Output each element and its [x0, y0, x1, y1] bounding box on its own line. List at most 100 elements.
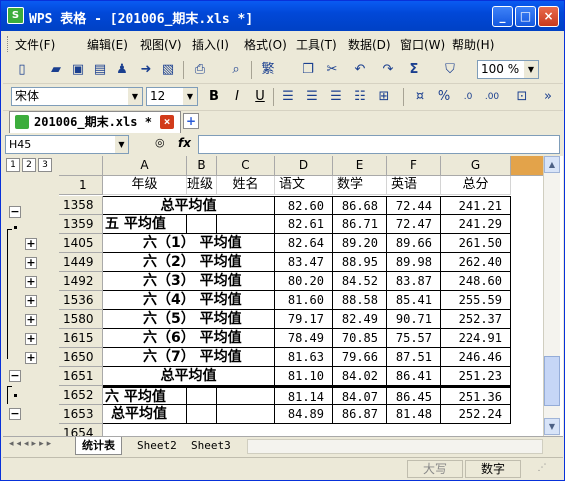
cell-math[interactable]: 88.58 — [333, 291, 387, 310]
copy-icon[interactable]: ❐ — [299, 61, 317, 79]
sheet-navigation-arrows-icon[interactable]: ◂◂◂▸▸▸ — [9, 439, 54, 449]
cell-math[interactable]: 82.49 — [333, 310, 387, 329]
new-file-icon[interactable]: ▯ — [13, 61, 31, 79]
collapse-group-button[interactable]: − — [9, 408, 21, 420]
table-row-label[interactable]: 六（5） 平均值 — [103, 310, 275, 329]
expand-group-button[interactable]: + — [25, 257, 37, 269]
cell-english[interactable]: 89.98 — [387, 253, 441, 272]
align-right-icon[interactable]: ☰ — [327, 88, 345, 106]
expand-group-button[interactable]: + — [25, 295, 37, 307]
expand-group-button[interactable]: + — [25, 333, 37, 345]
print-icon[interactable]: ⎙ — [191, 61, 209, 79]
autosum-icon[interactable]: Σ — [405, 61, 423, 79]
cell-total[interactable]: 251.36 — [441, 386, 511, 405]
permission-icon[interactable]: ♟ — [113, 61, 131, 79]
title-bar[interactable]: S WPS 表格 - [201006_期末.xls *] _ □ × — [1, 1, 564, 31]
new-tab-button[interactable]: + — [183, 113, 199, 129]
menu-file[interactable]: 文件(F) — [15, 36, 55, 53]
font-size-select[interactable]: 12 ▼ — [146, 87, 198, 106]
increase-decimal-icon[interactable]: .0 — [459, 88, 477, 106]
cell-chinese[interactable]: 82.60 — [275, 196, 333, 215]
close-tab-button[interactable]: × — [160, 115, 174, 129]
bold-button[interactable]: B — [205, 88, 223, 106]
menu-help[interactable]: 帮助(H) — [452, 36, 494, 53]
menu-view[interactable]: 视图(V) — [140, 36, 182, 53]
row-header[interactable]: 1651 — [59, 367, 103, 386]
currency-format-icon[interactable]: ¤ — [411, 88, 429, 106]
header-cell[interactable]: 数学 — [333, 176, 387, 195]
cell-math[interactable]: 84.07 — [333, 386, 387, 405]
cell-english[interactable]: 72.47 — [387, 215, 441, 234]
table-row-label[interactable]: 六 平均值 — [103, 386, 187, 405]
sheet-tab[interactable]: Sheet2 — [131, 437, 183, 455]
cell-chinese[interactable]: 82.64 — [275, 234, 333, 253]
header-cell[interactable]: 总分 — [441, 176, 511, 195]
cell-total[interactable]: 262.40 — [441, 253, 511, 272]
cell-chinese[interactable]: 81.10 — [275, 367, 333, 386]
header-cell[interactable]: 班级 — [187, 176, 217, 195]
name-box[interactable]: H45 ▼ — [5, 135, 129, 154]
vertical-scrollbar[interactable]: ▲ ▼ — [543, 156, 560, 436]
outline-level-2-button[interactable]: 2 — [22, 158, 36, 172]
column-header-e[interactable]: E — [333, 156, 387, 176]
maximize-button[interactable]: □ — [515, 6, 536, 27]
cell-chinese[interactable]: 82.61 — [275, 215, 333, 234]
cell-english[interactable]: 75.57 — [387, 329, 441, 348]
table-row-label[interactable]: 五 平均值 — [103, 215, 187, 234]
formula-input[interactable] — [198, 135, 560, 154]
cell-chinese[interactable]: 79.17 — [275, 310, 333, 329]
cell-math[interactable]: 88.95 — [333, 253, 387, 272]
cell-english[interactable]: 85.41 — [387, 291, 441, 310]
column-header-b[interactable]: B — [187, 156, 217, 176]
cell-total[interactable]: 224.91 — [441, 329, 511, 348]
table-row-label[interactable]: 总平均值 — [103, 196, 275, 215]
header-cell[interactable]: 语文 — [275, 176, 333, 195]
cell-math[interactable]: 84.52 — [333, 272, 387, 291]
scrollbar-thumb[interactable] — [544, 356, 560, 406]
scroll-up-button[interactable]: ▲ — [544, 156, 560, 173]
find-icon[interactable]: ◎ — [155, 136, 165, 149]
cell-name[interactable] — [217, 386, 275, 405]
expand-group-button[interactable]: + — [25, 352, 37, 364]
row-header[interactable]: 1653 — [59, 405, 103, 424]
header-cell[interactable]: 姓名 — [217, 176, 275, 195]
filter-icon[interactable]: ⛉ — [441, 61, 459, 79]
cell-chinese[interactable]: 81.14 — [275, 386, 333, 405]
expand-group-button[interactable]: + — [25, 238, 37, 250]
row-header[interactable]: 1359 — [59, 215, 103, 234]
row-header[interactable]: 1449 — [59, 253, 103, 272]
cell-english[interactable]: 86.41 — [387, 367, 441, 386]
cell-math[interactable]: 79.66 — [333, 348, 387, 367]
collapse-group-button[interactable]: − — [9, 206, 21, 218]
resize-grip-icon[interactable]: ⋰ — [523, 460, 561, 478]
cell-chinese[interactable]: 83.47 — [275, 253, 333, 272]
table-row-label[interactable]: 六（4） 平均值 — [103, 291, 275, 310]
column-header-h[interactable] — [511, 156, 545, 176]
row-header[interactable]: 1405 — [59, 234, 103, 253]
cell-english[interactable]: 87.51 — [387, 348, 441, 367]
save-as-icon[interactable]: ▤ — [91, 61, 109, 79]
align-center-icon[interactable]: ☰ — [303, 88, 321, 106]
cell-math[interactable]: 86.68 — [333, 196, 387, 215]
percent-format-icon[interactable]: % — [435, 88, 453, 106]
cell-math[interactable]: 84.02 — [333, 367, 387, 386]
merge-center-icon[interactable]: ⊞ — [375, 88, 393, 106]
cell-total[interactable]: 241.21 — [441, 196, 511, 215]
cell-math[interactable]: 89.20 — [333, 234, 387, 253]
pdf-icon[interactable]: ▧ — [159, 61, 177, 79]
collapse-group-button[interactable]: − — [9, 370, 21, 382]
menu-window[interactable]: 窗口(W) — [400, 36, 445, 53]
underline-button[interactable]: U — [251, 88, 269, 106]
save-icon[interactable]: ▣ — [69, 61, 87, 79]
cell-total[interactable]: 248.60 — [441, 272, 511, 291]
row-header[interactable]: 1492 — [59, 272, 103, 291]
font-name-select[interactable]: 宋体 ▼ — [11, 87, 143, 106]
redo-icon[interactable]: ↷ — [379, 61, 397, 79]
cell-english[interactable]: 72.44 — [387, 196, 441, 215]
expand-group-button[interactable]: + — [25, 276, 37, 288]
table-row-label[interactable]: 六（7） 平均值 — [103, 348, 275, 367]
cell-total[interactable]: 251.23 — [441, 367, 511, 386]
menu-tools[interactable]: 工具(T) — [296, 36, 337, 53]
row-header[interactable]: 1654 — [59, 424, 103, 436]
close-button[interactable]: × — [538, 6, 559, 27]
